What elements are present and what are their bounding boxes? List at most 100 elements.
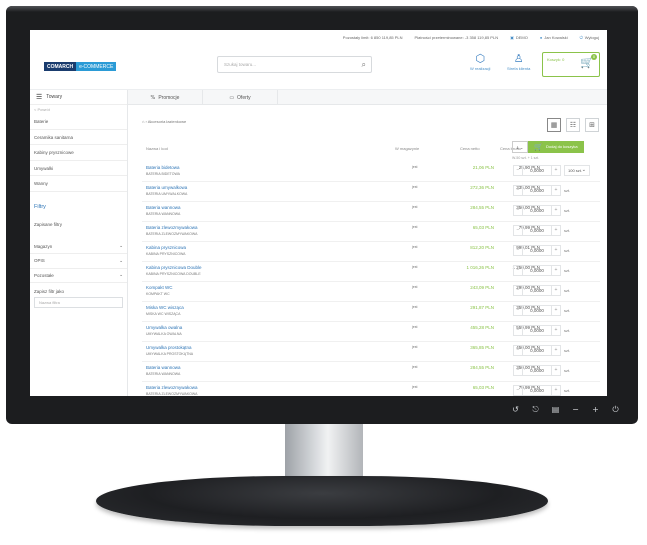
filter-name-input[interactable]: Nazwa filtra (34, 297, 123, 308)
stock-status: jest (412, 205, 418, 209)
breadcrumb[interactable]: ⌂ › Akcesoria łazienkowe (142, 119, 186, 124)
product-name[interactable]: Kompakt WC (146, 285, 173, 290)
bulk-qty-select[interactable]: 1 ⌄ (512, 141, 528, 153)
product-name[interactable]: Bateria wannowa (146, 205, 181, 210)
net-price: 1 016,26 PLN (466, 265, 494, 270)
increment-button[interactable]: + (551, 185, 561, 196)
quantity-input[interactable]: 0,0000 (523, 325, 551, 336)
list-view-icon[interactable]: ☷ (566, 118, 580, 132)
product-code: MISKA WC WISZĄCA (146, 312, 181, 316)
increment-button[interactable]: + (551, 245, 561, 256)
product-name[interactable]: Bateria umywalkowa (146, 185, 187, 190)
cart-button[interactable]: Koszyk: 0 🛒 0 (542, 52, 600, 77)
increment-button[interactable]: + (551, 305, 561, 316)
quantity-input[interactable]: 0,0000 (523, 285, 551, 296)
decrement-button[interactable]: − (513, 345, 523, 356)
company-link[interactable]: ▣ DEMO (510, 35, 528, 40)
in-progress-button[interactable]: ⬡ W realizacji (470, 52, 490, 71)
decrement-button[interactable]: − (513, 385, 523, 396)
search-icon[interactable]: ⌕ (362, 60, 366, 70)
quantity-input[interactable]: 0,0000 (523, 345, 551, 356)
quantity-input[interactable]: 0,0000 (523, 385, 551, 396)
product-name[interactable]: Umywalka prostokątna (146, 345, 192, 350)
add-to-cart-button[interactable]: 🛒 Dodaj do koszyka (528, 141, 584, 153)
quantity-stepper: −0,0000 + szt. (513, 265, 570, 276)
unit-label: szt. (564, 388, 571, 393)
filter-magazyn[interactable]: Magazyn ⌄ (30, 240, 127, 254)
user-icon: ● (539, 34, 543, 40)
product-name[interactable]: Bateria zlewozmywakowa (146, 225, 198, 230)
quantity-input[interactable]: 0,0000 (523, 185, 551, 196)
client-zone-button[interactable]: ♙ Strefa klienta (507, 52, 530, 71)
decrement-button[interactable]: − (513, 185, 523, 196)
quantity-input[interactable]: 0,0000 (523, 265, 551, 276)
input-icon[interactable]: ⎋ (530, 404, 541, 415)
quantity-input[interactable]: 0,0000 (523, 205, 551, 216)
product-name[interactable]: Bateria bidetowa (146, 165, 180, 170)
tab-bar: % Promocje ▭ Oferty (128, 90, 607, 105)
increment-button[interactable]: + (551, 225, 561, 236)
product-name[interactable]: Bateria zlewozmywakowa (146, 385, 198, 390)
sidebar-item-wanny[interactable]: Wanny (30, 176, 127, 192)
net-price: 272,36 PLN (470, 185, 494, 190)
product-name[interactable]: Kabina prysznicowa Double (146, 265, 202, 270)
minus-icon[interactable]: − (570, 404, 581, 415)
decrement-button[interactable]: − (513, 325, 523, 336)
filter-opis[interactable]: OPIS ⌄ (30, 254, 127, 269)
quantity-input[interactable]: 0,0000 (523, 365, 551, 376)
increment-button[interactable]: + (551, 345, 561, 356)
back-link[interactable]: < Powrót (30, 105, 127, 114)
product-name[interactable]: Kabina prysznicowa (146, 245, 186, 250)
increment-button[interactable]: + (551, 385, 561, 396)
logout-link[interactable]: ⏻ Wyloguj (580, 35, 599, 40)
product-name[interactable]: Umywalka owalna (146, 325, 182, 330)
product-name[interactable]: Bateria wannowa (146, 365, 181, 370)
sidebar-item-baterie[interactable]: Baterie (30, 114, 127, 130)
quantity-input[interactable]: 0,0000 (523, 225, 551, 236)
increment-button[interactable]: + (551, 205, 561, 216)
decrement-button[interactable]: − (513, 305, 523, 316)
quantity-input[interactable]: 0,0000 (523, 245, 551, 256)
plus-icon[interactable]: + (590, 404, 601, 415)
return-icon[interactable]: ↺ (510, 404, 521, 415)
increment-button[interactable]: + (551, 285, 561, 296)
increment-button[interactable]: + (551, 265, 561, 276)
increment-button[interactable]: + (551, 365, 561, 376)
stock-status: jest (412, 285, 418, 289)
saved-filters-link[interactable]: Zapisane filtry (30, 218, 127, 240)
power-button-icon[interactable]: ⏻ (610, 404, 621, 415)
decrement-button[interactable]: − (513, 225, 523, 236)
quantity-input[interactable]: 0,0000 (523, 165, 551, 176)
unit-subheader: W-50 szt. + 1 szt. (512, 156, 540, 160)
quantity-input[interactable]: 0,0000 (523, 305, 551, 316)
search-input[interactable]: Szukaj towaru... ⌕ (217, 56, 372, 73)
unit-select[interactable]: 100 szt. (564, 165, 590, 176)
sidebar-item-umywalki[interactable]: Umywalki (30, 161, 127, 176)
decrement-button[interactable]: − (513, 265, 523, 276)
tab-promotions[interactable]: % Promocje (128, 90, 203, 105)
bulk-qty-value: 1 (516, 145, 519, 150)
menu-icon[interactable]: ▤ (550, 404, 561, 415)
sidebar-item-kabiny[interactable]: Kabiny prysznicowe (30, 145, 127, 161)
grid-view-icon[interactable]: ▦ (547, 118, 561, 132)
increment-button[interactable]: + (551, 165, 561, 176)
user-link[interactable]: ● Jan Kowalski (540, 35, 568, 40)
decrement-button[interactable]: − (513, 205, 523, 216)
decrement-button[interactable]: − (513, 285, 523, 296)
quantity-stepper: −0,0000 + szt. (513, 285, 570, 296)
logo[interactable]: COMARCH e-COMMERCE (44, 62, 117, 71)
tiles-view-icon[interactable]: ⊞ (585, 118, 599, 132)
sidebar-header[interactable]: ☰ Towary (30, 90, 127, 105)
user-name: Jan Kowalski (544, 34, 568, 40)
decrement-button[interactable]: − (513, 365, 523, 376)
product-name[interactable]: Miska WC wisząca (146, 305, 184, 310)
tab-offers[interactable]: ▭ Oferty (203, 90, 278, 105)
sidebar-item-ceramika[interactable]: Ceramika sanitarna (30, 130, 127, 145)
table-row: Miska WC wisząca MISKA WC WISZĄCA jest 291,… (142, 302, 600, 322)
unit-label: szt. (564, 248, 571, 253)
decrement-button[interactable]: − (513, 165, 523, 176)
quantity-stepper: −0,0000 +100 szt. (513, 165, 590, 176)
decrement-button[interactable]: − (513, 245, 523, 256)
increment-button[interactable]: + (551, 325, 561, 336)
filter-pozostale[interactable]: Pozostałe ⌄ (30, 269, 127, 283)
